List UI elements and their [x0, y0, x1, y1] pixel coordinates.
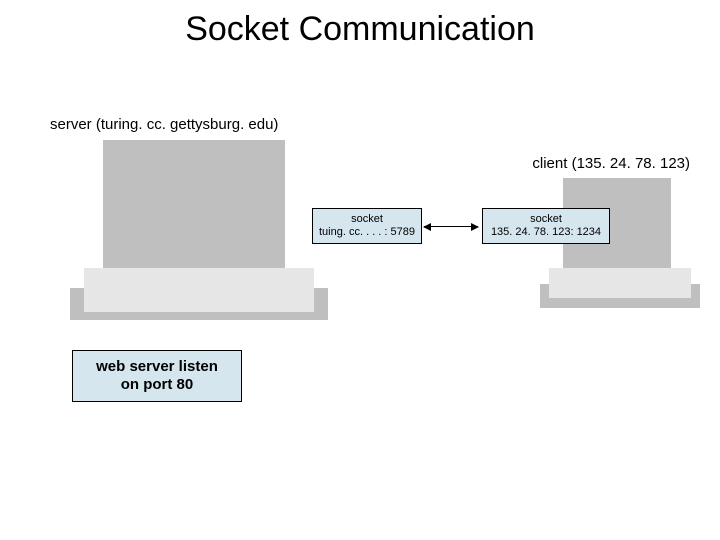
server-socket-line1: socket	[313, 213, 421, 226]
client-socket-line2: 135. 24. 78. 123: 1234	[483, 226, 609, 239]
page-title: Socket Communication	[0, 10, 720, 49]
client-socket-box: socket 135. 24. 78. 123: 1234	[482, 208, 610, 244]
server-socket-line2: tuing. cc. . . . : 5789	[313, 226, 421, 239]
web-server-line1: web server listen	[73, 358, 241, 376]
connection-arrow	[424, 226, 478, 227]
server-screen	[103, 140, 285, 268]
client-socket-line1: socket	[483, 213, 609, 226]
client-label: client (135. 24. 78. 123)	[532, 155, 690, 172]
server-label: server (turing. cc. gettysburg. edu)	[50, 116, 278, 133]
web-server-box: web server listen on port 80	[72, 350, 242, 402]
server-keyboard	[84, 268, 314, 312]
server-socket-box: socket tuing. cc. . . . : 5789	[312, 208, 422, 244]
web-server-line2: on port 80	[73, 376, 241, 394]
client-keyboard	[549, 268, 691, 298]
